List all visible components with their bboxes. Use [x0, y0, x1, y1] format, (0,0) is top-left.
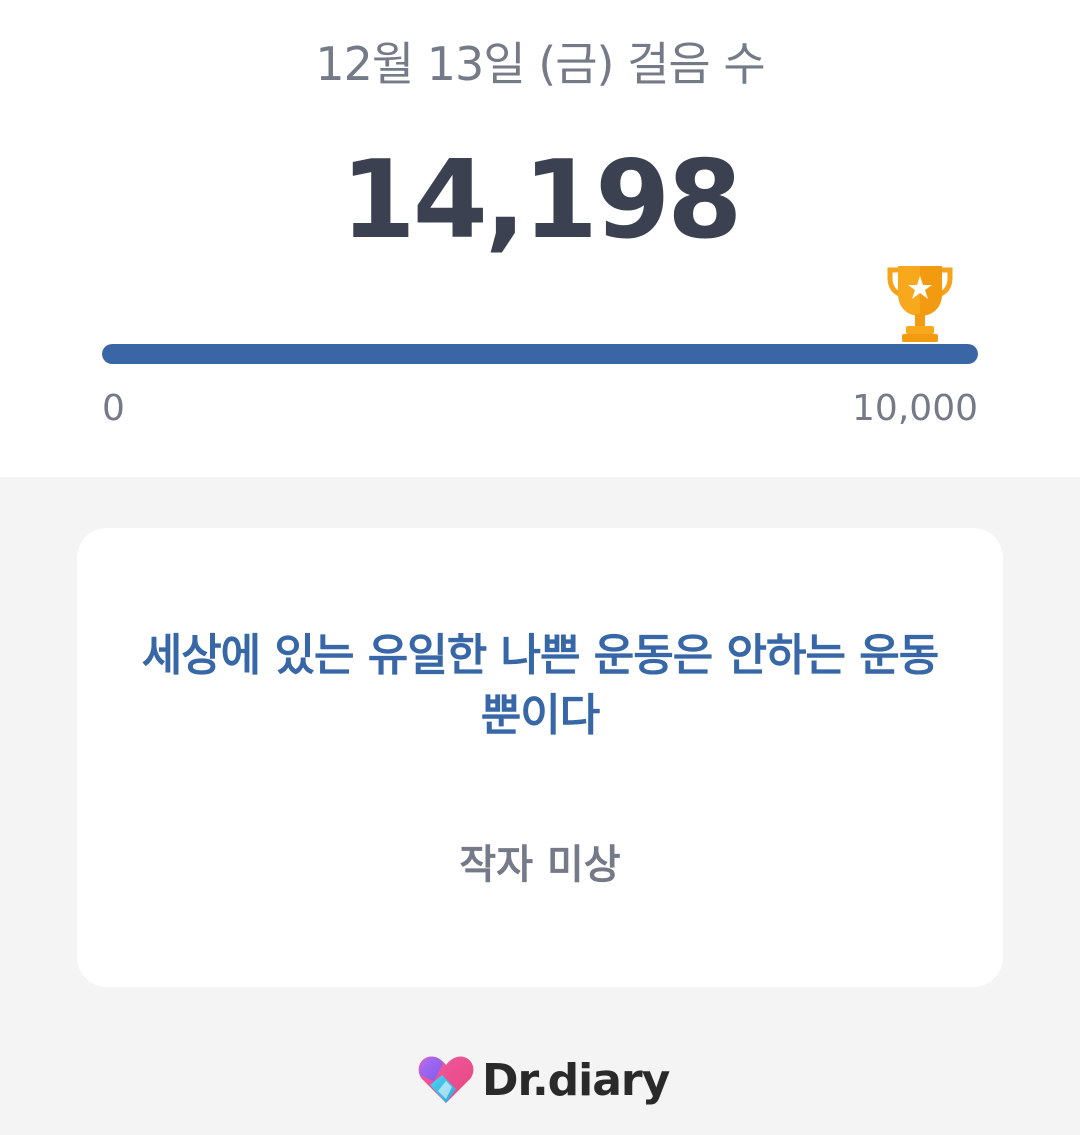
brand-name: Dr.diary	[482, 1054, 670, 1106]
step-progress-bar	[102, 344, 978, 364]
quote-card: 세상에 있는 유일한 나쁜 운동은 안하는 운동 뿐이다 작자 미상	[77, 528, 1003, 987]
step-progress-fill	[102, 344, 978, 364]
step-count: 14,198	[340, 138, 743, 263]
quote-author: 작자 미상	[459, 842, 621, 888]
progress-max-label: 10,000	[852, 388, 978, 429]
heart-logo-icon	[418, 1056, 474, 1103]
date-title: 12월 13일 (금) 걸음 수	[315, 37, 765, 91]
trophy-icon	[887, 266, 953, 342]
brand-footer: Dr.diary	[416, 1050, 670, 1110]
steps-summary-panel: 12월 13일 (금) 걸음 수 14,198 0 10,000	[0, 0, 1080, 477]
quote-text: 세상에 있는 유일한 나쁜 운동은 안하는 운동 뿐이다	[141, 630, 940, 741]
progress-min-label: 0	[102, 388, 125, 429]
